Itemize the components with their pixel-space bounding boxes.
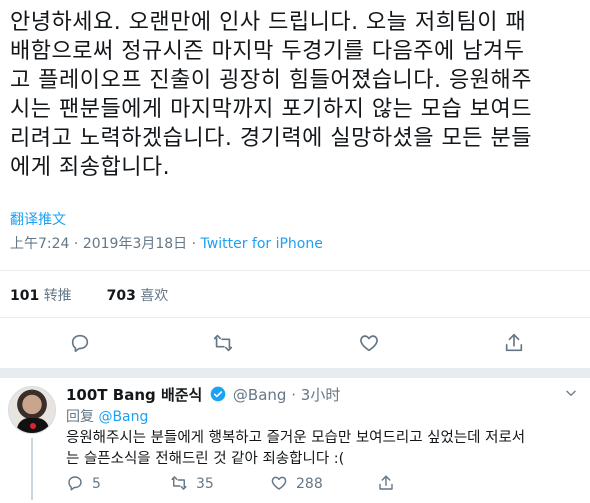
reply-icon <box>68 476 82 491</box>
reply-author-handle[interactable]: @Bang <box>233 386 287 404</box>
tweet-meta: 上午7:24 · 2019年3月18日 · Twitter for iPhone <box>10 233 323 253</box>
like-button[interactable] <box>358 332 384 356</box>
likes-label: 喜欢 <box>140 288 169 304</box>
tweet-source-link[interactable]: Twitter for iPhone <box>201 236 323 252</box>
reply-like-button[interactable]: 288 <box>270 474 323 494</box>
reply-text: 응원해주시는 분들에게 행복하고 즐거운 모습만 보여드리고 싶었는데 저로서 … <box>66 430 526 467</box>
section-divider <box>0 368 590 378</box>
meta-separator: · <box>73 236 79 252</box>
tweet-time: 上午7:24 <box>10 236 70 252</box>
reply-reply-button[interactable]: 5 <box>66 474 101 494</box>
reply-time[interactable]: 3小时 <box>301 386 341 404</box>
avatar[interactable] <box>8 386 56 434</box>
reply-share-button[interactable] <box>377 474 403 494</box>
tweet-date: 2019年3月18日 <box>82 236 188 252</box>
reply-header: 100T Bang 배준식 @Bang · 3小时 <box>66 384 340 405</box>
retweets-stat[interactable]: 101 转推 <box>10 288 76 304</box>
translate-tweet-link[interactable]: 翻译推文 <box>10 209 66 229</box>
chevron-down-icon[interactable] <box>564 386 578 400</box>
heart-icon <box>360 335 378 352</box>
replying-label: 回复 <box>66 409 94 425</box>
tweet-stats: 101 转推 703 喜欢 <box>10 285 168 305</box>
reply-like-count: 288 <box>296 476 323 492</box>
share-button[interactable] <box>503 332 529 356</box>
retweet-icon <box>213 334 233 352</box>
retweets-label: 转推 <box>43 288 72 304</box>
divider <box>0 270 590 271</box>
replying-to-mention[interactable]: @Bang <box>98 409 148 425</box>
share-icon <box>505 333 523 352</box>
share-icon <box>379 475 393 490</box>
reply-retweet-button[interactable]: 35 <box>170 474 214 494</box>
reply-separator: · <box>291 386 296 404</box>
reply-retweet-count: 35 <box>196 476 214 492</box>
meta-separator: · <box>191 236 197 252</box>
thread-line <box>31 438 33 500</box>
divider <box>0 317 590 318</box>
heart-icon <box>271 476 287 490</box>
reply-actions: 5 35 288 <box>66 474 566 494</box>
reply-author-name[interactable]: 100T Bang 배준식 <box>66 386 202 404</box>
retweet-icon <box>171 476 187 490</box>
retweet-button[interactable] <box>212 332 238 356</box>
likes-count: 703 <box>106 288 136 304</box>
reply-tweet[interactable]: 100T Bang 배준식 @Bang · 3小时 回复 @Bang 응원해주시… <box>0 378 590 503</box>
likes-stat[interactable]: 703 喜欢 <box>107 288 169 304</box>
verified-badge-icon <box>210 386 226 402</box>
tweet-actions <box>0 332 590 356</box>
reply-icon <box>71 334 89 353</box>
tweet-text: 안녕하세요. 오랜만에 인사 드립니다. 오늘 저희팀이 패 배함으로써 정규시… <box>10 10 532 180</box>
reply-reply-count: 5 <box>92 476 101 492</box>
replying-to: 回复 @Bang <box>66 406 148 426</box>
reply-button[interactable] <box>69 332 95 356</box>
retweets-count: 101 <box>10 288 40 304</box>
